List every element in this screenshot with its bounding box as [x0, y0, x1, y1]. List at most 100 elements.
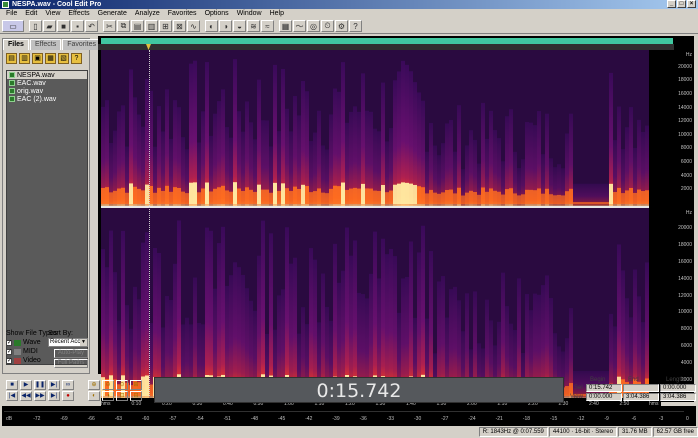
forward-button[interactable]: ▶▶ [34, 391, 46, 401]
menu-favorites[interactable]: Favorites [164, 9, 201, 19]
record-button[interactable]: ● [62, 391, 74, 401]
go-end-button[interactable]: ▶| [48, 391, 60, 401]
tab-files[interactable]: Files [3, 39, 29, 50]
sel-end-field[interactable] [623, 384, 659, 392]
tab-effects[interactable]: Effects [29, 39, 62, 50]
maximize-button[interactable]: □ [677, 0, 686, 8]
play-to-end-button[interactable]: ▶| [48, 380, 60, 390]
spectrogram-low-band [317, 188, 321, 204]
spectrogram-column [205, 227, 209, 398]
zoom-in-icon[interactable]: ⊕ [88, 380, 100, 390]
paste-button[interactable]: ▤ [131, 20, 144, 32]
spectrogram-low-band [269, 192, 273, 204]
zoom-full-icon[interactable]: ⊙ [116, 380, 128, 390]
menu-effects[interactable]: Effects [64, 9, 93, 19]
spectral-view-right[interactable] [101, 208, 649, 398]
open-icon[interactable]: ▤ [6, 53, 17, 64]
type-video[interactable]: ✓ Video [6, 357, 41, 364]
copy-button[interactable]: ⧉ [117, 20, 130, 32]
settings-button[interactable]: ⚙ [335, 20, 348, 32]
view-begin-field[interactable]: 0:00.000 [586, 393, 622, 401]
menu-window[interactable]: Window [233, 9, 266, 19]
rewind-button[interactable]: ◀◀ [20, 391, 32, 401]
minimize-button[interactable]: _ [667, 0, 676, 8]
eq-button[interactable]: ≋ [247, 20, 260, 32]
spectrogram-column [141, 242, 145, 398]
list-item[interactable]: .EAC (2).wav [7, 95, 87, 103]
open-file-button[interactable]: ▰ [43, 20, 56, 32]
zoom-vertical-out-icon[interactable]: ⊟ [130, 391, 142, 401]
help-button[interactable]: ? [349, 20, 362, 32]
view-label: View [570, 394, 583, 400]
metronome-button[interactable]: ⏲ [321, 20, 334, 32]
sel-length-field[interactable]: 0:00.000 [660, 384, 696, 392]
checkbox-wave[interactable]: ✓ [6, 339, 12, 346]
silence-button[interactable]: ∿ [187, 20, 200, 32]
checkbox-video[interactable]: ✓ [6, 357, 12, 364]
close-icon[interactable]: ▣ [32, 53, 43, 64]
cd-button[interactable]: ◎ [307, 20, 320, 32]
meter-tick-label: -42 [305, 416, 313, 422]
loop-button[interactable]: ∞ [62, 380, 74, 390]
delete-button[interactable]: ⊠ [173, 20, 186, 32]
import-icon[interactable]: ▥ [19, 53, 30, 64]
close-file-button[interactable]: ▪ [71, 20, 84, 32]
sort-select[interactable]: Recent Acc ▼ [48, 338, 88, 347]
play-button[interactable]: ▶ [20, 380, 32, 390]
spectrogram-low-band [385, 192, 389, 204]
close-button[interactable]: × [687, 0, 696, 8]
sel-begin-field[interactable]: 0:15.742 [586, 384, 622, 392]
chevron-down-icon[interactable]: ▼ [80, 339, 87, 346]
noise-button[interactable]: ≈ [261, 20, 274, 32]
tab-favorites[interactable]: Favorites [62, 39, 102, 50]
menu-analyze[interactable]: Analyze [131, 9, 164, 19]
spectrogram-column [617, 244, 621, 398]
type-midi[interactable]: ✓ MIDI [6, 348, 38, 355]
menu-file[interactable]: File [2, 9, 21, 19]
waveform-editor[interactable]: Hz 20000 18000 16000 14000 12000 10000 8000 6000… [98, 36, 694, 410]
wave-view-button[interactable]: 〜 [293, 20, 306, 32]
amplify-button[interactable]: ◐ [205, 20, 218, 32]
wave-file-icon: . [9, 80, 15, 86]
reverb-button[interactable]: ◒ [233, 20, 246, 32]
stop-button[interactable]: ■ [6, 380, 18, 390]
menu-edit[interactable]: Edit [21, 9, 41, 19]
trim-button[interactable]: ⊞ [159, 20, 172, 32]
zoom-vertical-in-icon[interactable]: ⊞ [130, 380, 142, 390]
edit-icon[interactable]: ▦ [45, 53, 56, 64]
auto-play-button[interactable]: Auto-Play [54, 349, 88, 358]
normalize-button[interactable]: ◑ [219, 20, 232, 32]
new-file-button[interactable]: ▯ [29, 20, 42, 32]
multitrack-toggle-button[interactable]: ▭ [2, 20, 24, 32]
view-end-field[interactable]: 3:04.386 [623, 393, 659, 401]
full-paths-button[interactable]: Full Paths [54, 359, 88, 368]
help-icon[interactable]: ? [71, 53, 82, 64]
zoom-right-icon[interactable]: ◑ [102, 391, 114, 401]
spectrogram-low-band [369, 188, 373, 204]
menu-view[interactable]: View [41, 9, 64, 19]
cut-button[interactable]: ✂ [103, 20, 116, 32]
spectral-view-left[interactable] [101, 50, 649, 206]
zoom-selection-icon[interactable]: ⊡ [116, 391, 128, 401]
save-button[interactable]: ■ [57, 20, 70, 32]
mix-paste-button[interactable]: ▥ [145, 20, 158, 32]
list-item[interactable]: .EAC.wav [7, 79, 87, 87]
spectrogram-low-band [505, 189, 509, 204]
checkbox-midi[interactable]: ✓ [6, 348, 12, 355]
menu-help[interactable]: Help [266, 9, 288, 19]
list-item[interactable]: .orig.wav [7, 87, 87, 95]
menu-generate[interactable]: Generate [94, 9, 131, 19]
pause-button[interactable]: ❚❚ [34, 380, 46, 390]
spectral-view-button[interactable]: ▦ [279, 20, 292, 32]
zoom-out-icon[interactable]: ⊖ [102, 380, 114, 390]
view-length-field[interactable]: 3:04.386 [660, 393, 696, 401]
menu-options[interactable]: Options [201, 9, 233, 19]
type-wave[interactable]: ✓ Wave [6, 339, 41, 346]
go-start-button[interactable]: |◀ [6, 391, 18, 401]
spectrogram-low-band [449, 189, 453, 204]
zoom-left-icon[interactable]: ◐ [88, 391, 100, 401]
options-icon[interactable]: ▧ [58, 53, 69, 64]
undo-button[interactable]: ↶ [85, 20, 98, 32]
list-item[interactable]: .NESPA.wav [7, 71, 87, 79]
spectrogram-low-band [333, 185, 337, 204]
